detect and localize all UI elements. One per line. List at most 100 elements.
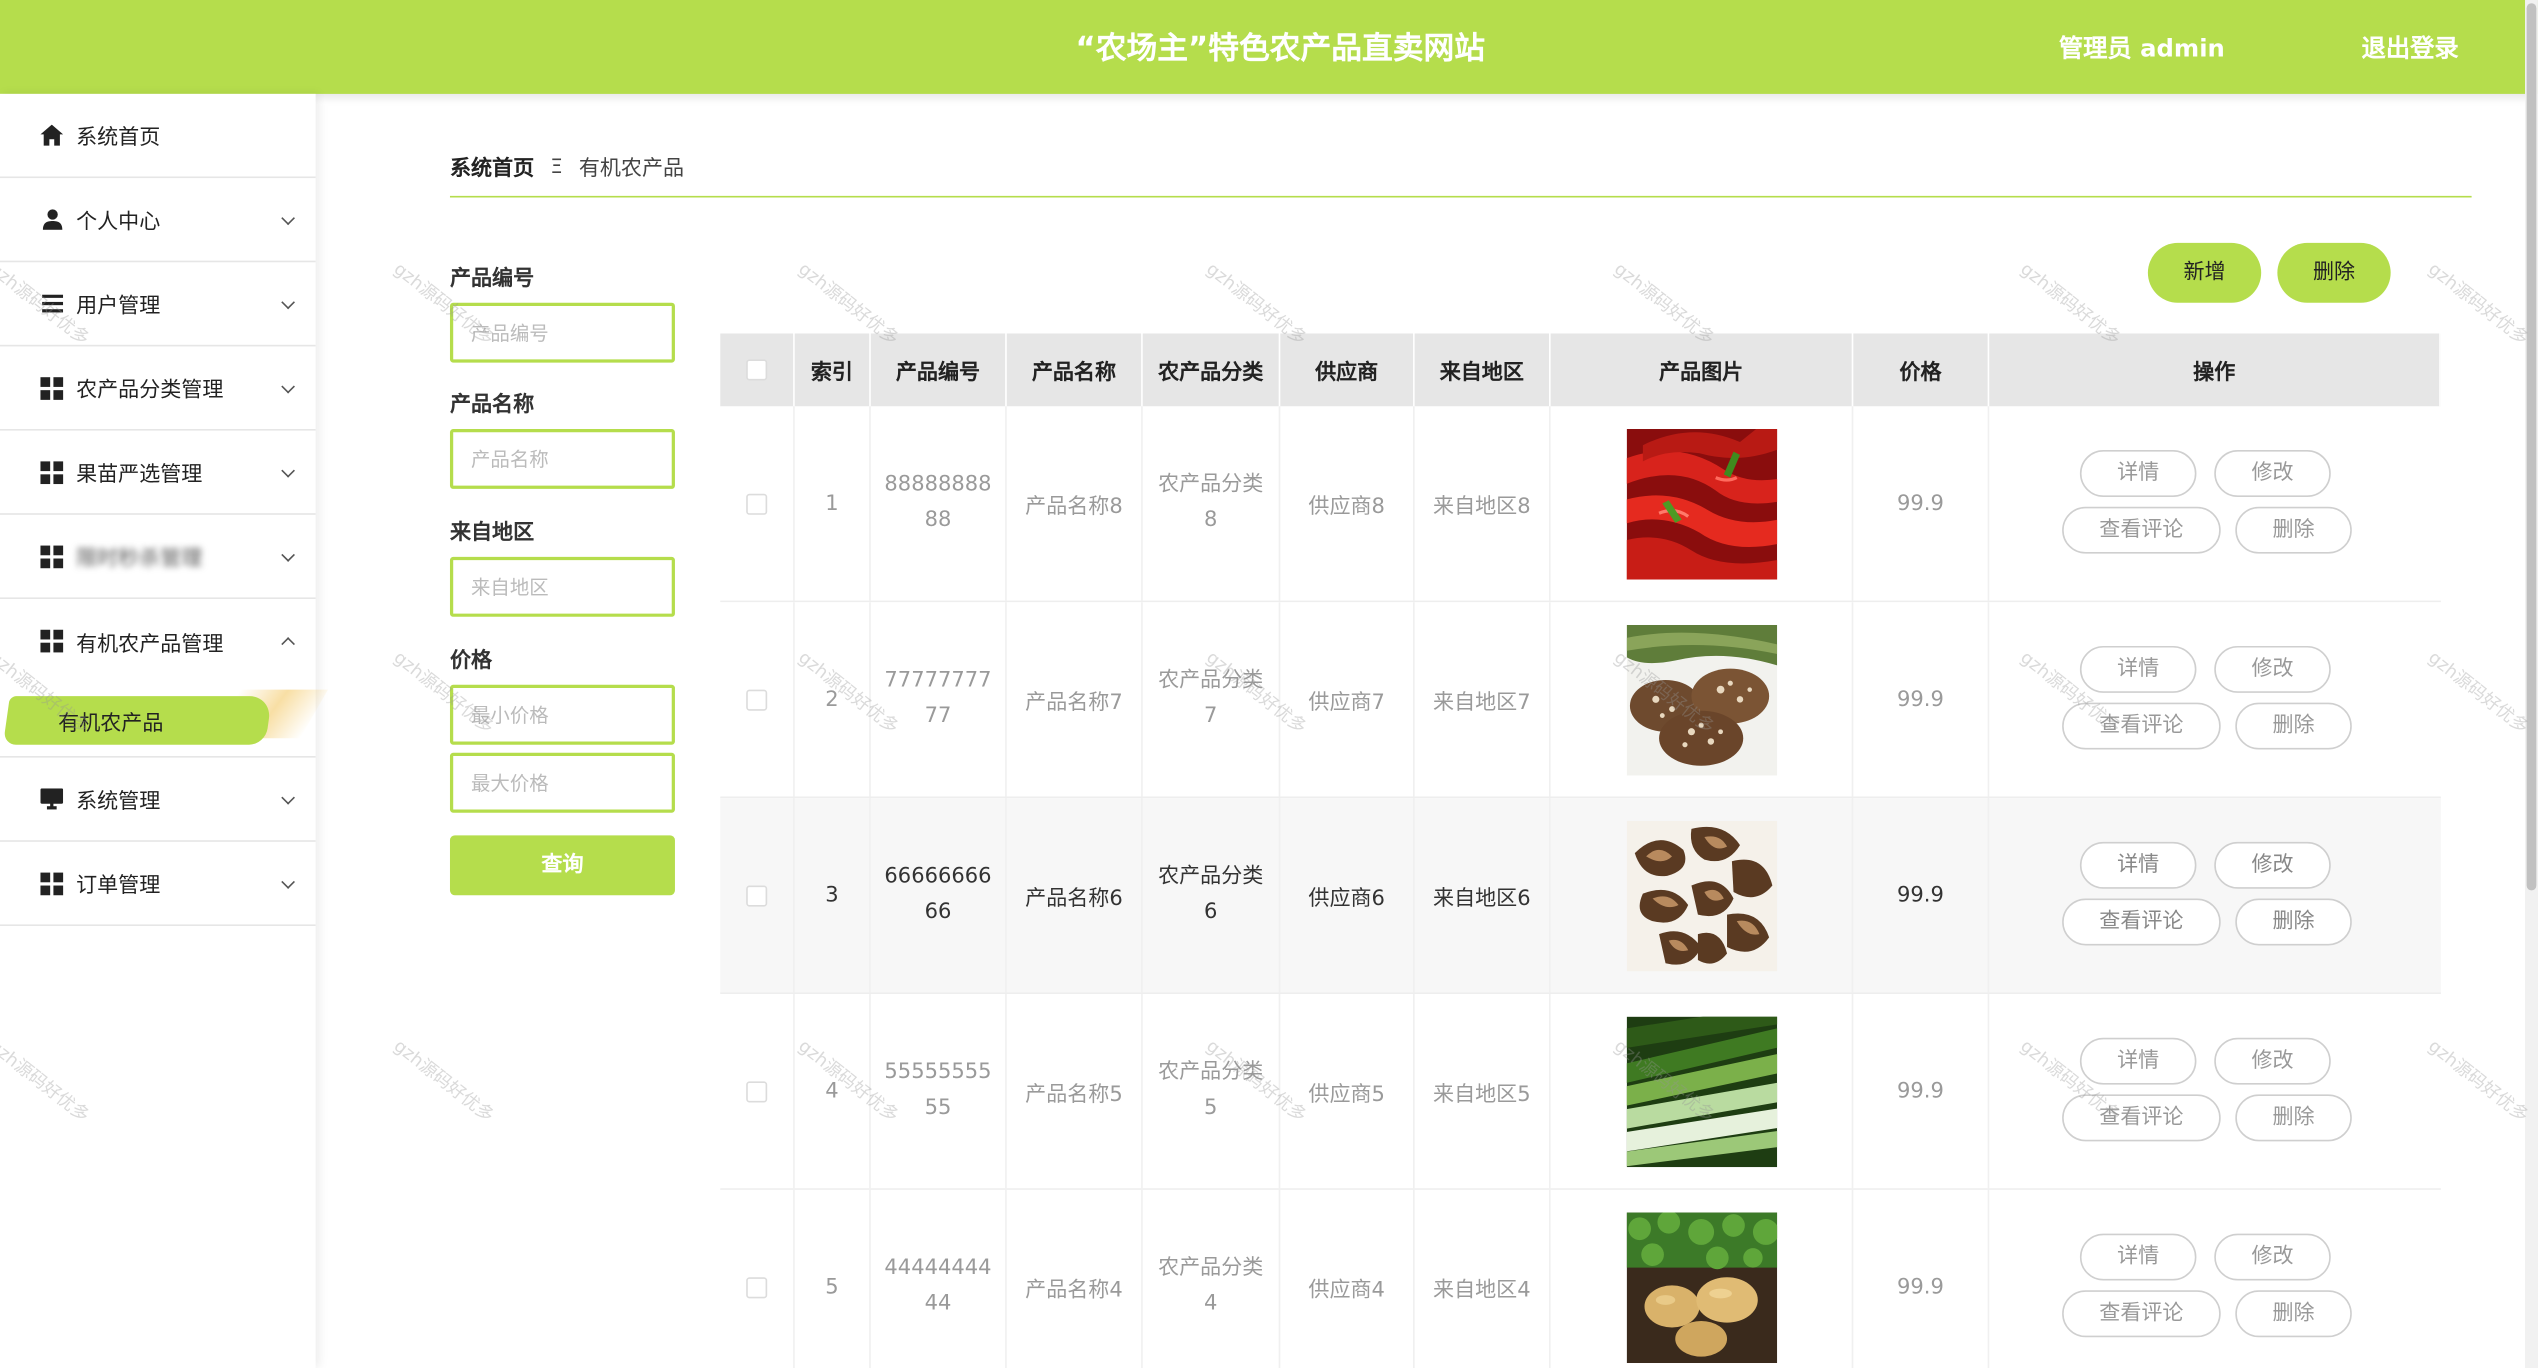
breadcrumb-separator-icon: Ξ (550, 154, 563, 178)
ops-cell: 详情 修改 查看评论 删除 (1989, 1190, 2441, 1368)
min-price-input[interactable] (449, 684, 675, 745)
sidebar-item-home[interactable]: 系统首页 (0, 94, 316, 179)
code-input[interactable] (449, 302, 675, 363)
select-all-checkbox[interactable] (746, 359, 768, 381)
active-subitem-pill[interactable]: 有机农产品 (3, 696, 273, 745)
view-reviews-button[interactable]: 查看评论 (2062, 1094, 2221, 1142)
batch-delete-button[interactable]: 删除 (2277, 242, 2391, 303)
grid-icon (40, 376, 64, 400)
row-checkbox-cell (720, 406, 795, 601)
code-cell: 7777777777 (871, 602, 1007, 797)
sidebar-item-order-management[interactable]: 订单管理 (0, 842, 316, 927)
price-cell: 99.9 (1853, 1189, 1990, 1368)
scrollbar-thumb[interactable] (2526, 3, 2537, 891)
sidebar-item-label: 订单管理 (76, 874, 161, 899)
table-row[interactable]: 1 8888888888 产品名称8 农产品分类8 供应商8 来自地区8 99.… (720, 406, 2441, 603)
ops-cell: 详情 修改 查看评论 删除 (1989, 406, 2441, 600)
view-reviews-button[interactable]: 查看评论 (2062, 1290, 2221, 1338)
sidebar-item-label: 系统管理 (76, 790, 161, 815)
sidebar-subitem-label: 有机农产品 (58, 711, 164, 736)
index-cell: 1 (795, 406, 871, 601)
edit-button[interactable]: 修改 (2214, 841, 2331, 889)
breadcrumb-home[interactable]: 系统首页 (450, 151, 534, 181)
sidebar-item-seedling-management[interactable]: 果苗严选管理 (0, 431, 316, 515)
price-label: 价格 (449, 649, 493, 674)
edit-button[interactable]: 修改 (2214, 1037, 2331, 1085)
delete-button[interactable]: 删除 (2235, 1094, 2352, 1142)
column-header: 来自地区 (1415, 333, 1551, 407)
name-label: 产品名称 (449, 393, 535, 418)
top-header: “农场主”特色农产品直卖网站 管理员 admin 退出登录 (0, 0, 2538, 94)
chevron-down-icon (281, 547, 295, 562)
name-cell: 产品名称4 (1007, 1189, 1143, 1368)
index-cell: 4 (795, 994, 871, 1189)
sidebar-item-user-management[interactable]: 用户管理 (0, 262, 316, 347)
region-input[interactable] (449, 556, 675, 617)
edit-button[interactable]: 修改 (2214, 1233, 2331, 1281)
detail-button[interactable]: 详情 (2079, 450, 2197, 498)
detail-button[interactable]: 详情 (2079, 841, 2197, 889)
product-image-potatoes (1625, 1211, 1777, 1363)
chevron-down-icon (281, 463, 295, 477)
product-image-dried-mushroom (1625, 819, 1777, 971)
delete-button[interactable]: 删除 (2235, 898, 2352, 946)
monitor-icon (40, 788, 64, 811)
name-cell: 产品名称5 (1007, 994, 1143, 1189)
category-cell: 农产品分类7 (1143, 602, 1281, 797)
code-cell: 5555555555 (871, 994, 1007, 1189)
view-reviews-button[interactable]: 查看评论 (2062, 506, 2221, 554)
delete-button[interactable]: 删除 (2235, 702, 2352, 750)
edit-button[interactable]: 修改 (2214, 450, 2331, 498)
edit-button[interactable]: 修改 (2214, 645, 2331, 693)
row-checkbox[interactable] (746, 884, 768, 906)
name-input[interactable] (449, 429, 675, 489)
logout-button[interactable]: 退出登录 (2362, 0, 2459, 97)
view-reviews-button[interactable]: 查看评论 (2062, 702, 2221, 750)
delete-button[interactable]: 删除 (2235, 506, 2352, 554)
home-icon (40, 124, 64, 147)
category-cell: 农产品分类4 (1143, 1189, 1281, 1368)
supplier-cell: 供应商4 (1280, 1189, 1415, 1368)
row-checkbox[interactable] (746, 1276, 768, 1298)
ops-cell: 详情 修改 查看评论 删除 (1989, 798, 2441, 992)
column-header: 产品名称 (1007, 333, 1143, 407)
add-button[interactable]: 新增 (2147, 242, 2262, 303)
sidebar-item-label: 农产品分类管理 (76, 378, 224, 404)
header-checkbox-cell (720, 333, 795, 407)
view-reviews-button[interactable]: 查看评论 (2062, 898, 2221, 946)
category-cell: 农产品分类8 (1143, 406, 1281, 601)
sidebar-item-organic-management[interactable]: 有机农产品管理 (0, 599, 316, 683)
list-icon (40, 292, 63, 315)
sidebar-item-system-management[interactable]: 系统管理 (0, 758, 316, 842)
detail-button[interactable]: 详情 (2079, 645, 2197, 693)
breadcrumb-divider (449, 195, 2472, 198)
sidebar-item-flash-sale-management[interactable]: 限时秒杀管理 (0, 515, 316, 599)
delete-button[interactable]: 删除 (2235, 1290, 2352, 1338)
chevron-down-icon (281, 210, 295, 225)
watermark-text: gzh源码好优多 (389, 1035, 498, 1127)
code-cell: 8888888888 (871, 406, 1007, 601)
table-row[interactable]: 2 7777777777 产品名称7 农产品分类7 供应商7 来自地区7 99.… (720, 602, 2441, 799)
category-cell: 农产品分类5 (1143, 994, 1281, 1189)
sidebar-subitem-organic-products[interactable]: 有机农产品 (0, 683, 329, 758)
table-row[interactable]: 4 5555555555 产品名称5 农产品分类5 供应商5 来自地区5 99.… (720, 994, 2441, 1190)
row-checkbox[interactable] (746, 1080, 768, 1102)
table-row[interactable]: 3 6666666666 产品名称6 农产品分类6 供应商6 来自地区6 99.… (720, 798, 2441, 995)
query-button[interactable]: 查询 (449, 835, 675, 896)
breadcrumb: 系统首页 Ξ 有机农产品 (450, 151, 684, 182)
row-checkbox[interactable] (746, 688, 768, 710)
region-cell: 来自地区6 (1415, 798, 1551, 993)
column-header: 供应商 (1280, 333, 1415, 407)
product-image-chili (1625, 428, 1777, 579)
index-cell: 3 (795, 798, 871, 993)
region-cell: 来自地区4 (1415, 1189, 1551, 1368)
sidebar-item-category-management[interactable]: 农产品分类管理 (0, 346, 316, 431)
chevron-down-icon (281, 378, 295, 393)
detail-button[interactable]: 详情 (2079, 1233, 2197, 1281)
detail-button[interactable]: 详情 (2079, 1037, 2197, 1085)
table-row[interactable]: 5 4444444444 产品名称4 农产品分类4 供应商4 来自地区4 99.… (720, 1189, 2441, 1368)
sidebar: 系统首页 个人中心 用户管理 农产品分类管理 果苗严选管理 限时秒杀管理 有机农… (0, 93, 329, 1368)
row-checkbox[interactable] (746, 492, 768, 515)
sidebar-item-personal-center[interactable]: 个人中心 (0, 178, 316, 263)
max-price-input[interactable] (449, 752, 675, 813)
